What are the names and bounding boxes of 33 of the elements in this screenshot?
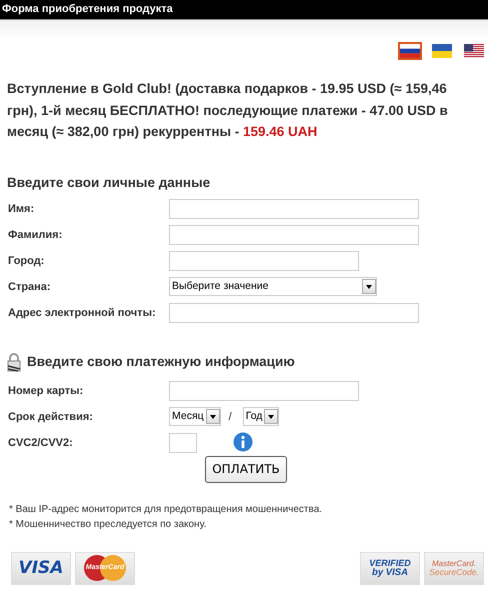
card-number-field[interactable] [169, 380, 359, 400]
window-title: Форма приобретения продукта [2, 3, 173, 15]
year-dropdown[interactable]: Год [242, 406, 280, 426]
field-label: CVC2/CVV2: [8, 436, 74, 450]
field-label: Город: [8, 254, 46, 268]
footnote: * Ваш IP-адрес мониторится для предотвращения мошенничества. [9, 502, 324, 516]
cvc-field[interactable] [169, 432, 197, 452]
field-label: Фамилия: [8, 228, 64, 242]
input-field[interactable] [169, 250, 359, 270]
security-logo: MasterCard. SecureCode. [424, 552, 484, 584]
input-field[interactable] [169, 224, 419, 244]
info-icon[interactable] [233, 432, 253, 452]
field-label: Номер карты: [8, 384, 84, 398]
month-dropdown[interactable]: Месяц [169, 406, 221, 426]
input-field[interactable] [169, 198, 419, 218]
language-flag[interactable] [398, 42, 422, 60]
input-field[interactable] [169, 302, 419, 322]
footnote: * Мошенничество преследуется по закону. [9, 518, 208, 532]
field-label: Адрес электронной почты: [8, 306, 157, 320]
field-label: Страна: [8, 280, 52, 294]
padlock-icon [7, 352, 21, 372]
country-dropdown[interactable]: Выберите значение [169, 276, 377, 296]
security-logo: VERIFIED by VISA [360, 552, 420, 584]
section-heading: Введите свои личные данные [7, 174, 212, 190]
section-heading: Введите свою платежную информацию [27, 354, 295, 369]
card-logo: VISA [11, 552, 71, 584]
language-flag[interactable] [462, 42, 486, 60]
language-flag[interactable] [430, 42, 454, 60]
offer-text: Вступление в Gold Club! (доставка подарков - 19.95 USD (≈ 159,46 грн), 1-й месяц БЕСПЛАТНО! последующие платежи - 47.00 USD в месяц (≈ 382,00 грн) рекуррентны - 159.46 UAH [7, 80, 449, 141]
pay-button[interactable]: ОПЛАТИТЬ [205, 456, 287, 482]
field-label: Срок действия: [8, 410, 94, 424]
separator-text: / [228, 410, 232, 424]
field-label: Имя: [8, 202, 36, 216]
